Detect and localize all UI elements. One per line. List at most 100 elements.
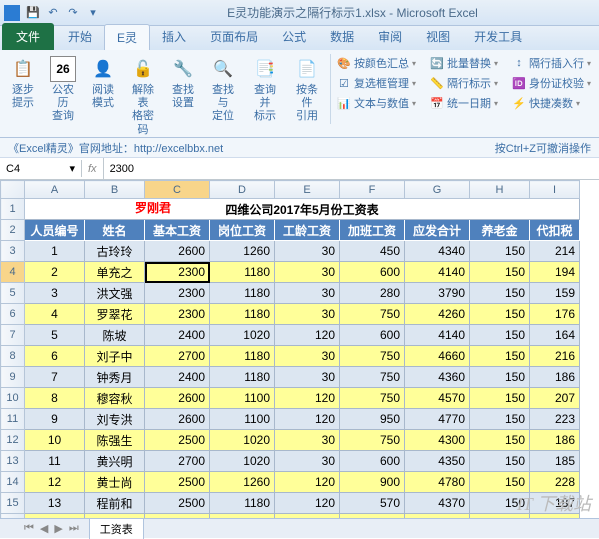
cell-r9-c2[interactable]: 2400 [145,367,210,388]
cell-r12-c2[interactable]: 2500 [145,430,210,451]
cell-r9-c0[interactable]: 7 [25,367,85,388]
cell-r11-c2[interactable]: 2600 [145,409,210,430]
cell-r13-c7[interactable]: 150 [470,451,530,472]
header-cell-2[interactable]: 基本工资 [145,220,210,241]
row-header-10[interactable]: 10 [1,388,25,409]
ribbon-btn-6[interactable]: 📑查询并 标示 [246,54,284,126]
ribbon-small-1-1[interactable]: 📏隔行标示 ▾ [428,74,500,92]
cell-r5-c7[interactable]: 150 [470,283,530,304]
header-cell-8[interactable]: 代扣税 [530,220,580,241]
cell-r13-c4[interactable]: 30 [275,451,340,472]
tab-2[interactable]: 插入 [150,24,198,50]
cell-r7-c0[interactable]: 5 [25,325,85,346]
cell-r15-c3[interactable]: 1180 [210,493,275,514]
cell-r11-c7[interactable]: 150 [470,409,530,430]
cell-r6-c6[interactable]: 4260 [405,304,470,325]
cell-r14-c0[interactable]: 12 [25,472,85,493]
cell-r7-c7[interactable]: 150 [470,325,530,346]
col-header-I[interactable]: I [530,181,580,199]
cell-r5-c2[interactable]: 2300 [145,283,210,304]
header-cell-5[interactable]: 加班工资 [340,220,405,241]
tab-file[interactable]: 文件 [2,23,54,50]
cell-r6-c0[interactable]: 4 [25,304,85,325]
cell-r7-c5[interactable]: 600 [340,325,405,346]
header-cell-0[interactable]: 人员编号 [25,220,85,241]
cell-r10-c0[interactable]: 8 [25,388,85,409]
ribbon-small-0-1[interactable]: ☑复选框管理 ▾ [335,74,418,92]
cell-r5-c3[interactable]: 1180 [210,283,275,304]
spreadsheet-grid[interactable]: 罗刚君 ABCDEFGHI1四维公司2017年5月份工资表2人员编号姓名基本工资… [0,180,599,536]
cell-r8-c8[interactable]: 216 [530,346,580,367]
cell-r3-c2[interactable]: 2600 [145,241,210,262]
cell-r14-c1[interactable]: 黄士尚 [85,472,145,493]
cell-r7-c4[interactable]: 120 [275,325,340,346]
ribbon-small-1-0[interactable]: 🔄批量替换 ▾ [428,54,500,72]
ribbon-small-2-2[interactable]: ⚡快捷凑数 ▾ [510,94,593,112]
cell-r12-c6[interactable]: 4300 [405,430,470,451]
cell-r10-c2[interactable]: 2600 [145,388,210,409]
tab-7[interactable]: 视图 [414,24,462,50]
cell-r4-c4[interactable]: 30 [275,262,340,283]
row-header-4[interactable]: 4 [1,262,25,283]
cell-r3-c0[interactable]: 1 [25,241,85,262]
row-header-6[interactable]: 6 [1,304,25,325]
cell-r9-c5[interactable]: 750 [340,367,405,388]
row-header-13[interactable]: 13 [1,451,25,472]
cell-r3-c7[interactable]: 150 [470,241,530,262]
cell-r13-c3[interactable]: 1020 [210,451,275,472]
ribbon-small-2-0[interactable]: ↕隔行插入行 ▾ [510,54,593,72]
tab-5[interactable]: 数据 [318,24,366,50]
qat-dropdown-icon[interactable]: ▾ [84,4,102,22]
name-box-dropdown-icon[interactable]: ▾ [69,162,75,175]
cell-r10-c3[interactable]: 1100 [210,388,275,409]
formula-input[interactable] [104,161,599,177]
cell-r5-c5[interactable]: 280 [340,283,405,304]
cell-r5-c1[interactable]: 洪文强 [85,283,145,304]
col-header-F[interactable]: F [340,181,405,199]
cell-r11-c4[interactable]: 120 [275,409,340,430]
cell-r14-c8[interactable]: 228 [530,472,580,493]
cell-r9-c6[interactable]: 4360 [405,367,470,388]
cell-r15-c7[interactable]: 150 [470,493,530,514]
cell-r14-c7[interactable]: 150 [470,472,530,493]
cell-r8-c1[interactable]: 刘子中 [85,346,145,367]
cell-r8-c0[interactable]: 6 [25,346,85,367]
cell-r10-c8[interactable]: 207 [530,388,580,409]
cell-r5-c8[interactable]: 159 [530,283,580,304]
row-header-11[interactable]: 11 [1,409,25,430]
header-cell-1[interactable]: 姓名 [85,220,145,241]
sheet-tab[interactable]: 工资表 [89,518,144,539]
cell-r4-c3[interactable]: 1180 [210,262,275,283]
cell-r10-c5[interactable]: 750 [340,388,405,409]
cell-r13-c6[interactable]: 4350 [405,451,470,472]
cell-r14-c5[interactable]: 900 [340,472,405,493]
title-cell[interactable]: 四维公司2017年5月份工资表 [25,199,580,220]
cell-r14-c3[interactable]: 1260 [210,472,275,493]
cell-r15-c1[interactable]: 程前和 [85,493,145,514]
cell-r4-c0[interactable]: 2 [25,262,85,283]
cell-r12-c1[interactable]: 陈强生 [85,430,145,451]
col-header-D[interactable]: D [210,181,275,199]
col-header-C[interactable]: C [145,181,210,199]
col-header-G[interactable]: G [405,181,470,199]
cell-r3-c1[interactable]: 古玲玲 [85,241,145,262]
cell-r8-c3[interactable]: 1180 [210,346,275,367]
cell-r12-c3[interactable]: 1020 [210,430,275,451]
sheet-nav-last-icon[interactable]: ⏭ [69,522,79,535]
tab-1[interactable]: E灵 [104,24,150,50]
ribbon-btn-3[interactable]: 🔓解除表 格密码 [124,54,162,139]
cell-r7-c3[interactable]: 1020 [210,325,275,346]
cell-r10-c1[interactable]: 穆容秋 [85,388,145,409]
cell-r9-c7[interactable]: 150 [470,367,530,388]
cell-r6-c7[interactable]: 150 [470,304,530,325]
cell-r10-c7[interactable]: 150 [470,388,530,409]
cell-r6-c2[interactable]: 2300 [145,304,210,325]
row-header-3[interactable]: 3 [1,241,25,262]
cell-r15-c5[interactable]: 570 [340,493,405,514]
cell-r13-c1[interactable]: 黄兴明 [85,451,145,472]
cell-r15-c0[interactable]: 13 [25,493,85,514]
col-header-A[interactable]: A [25,181,85,199]
cell-r12-c0[interactable]: 10 [25,430,85,451]
cell-r9-c1[interactable]: 钟秀月 [85,367,145,388]
row-header-1[interactable]: 1 [1,199,25,220]
